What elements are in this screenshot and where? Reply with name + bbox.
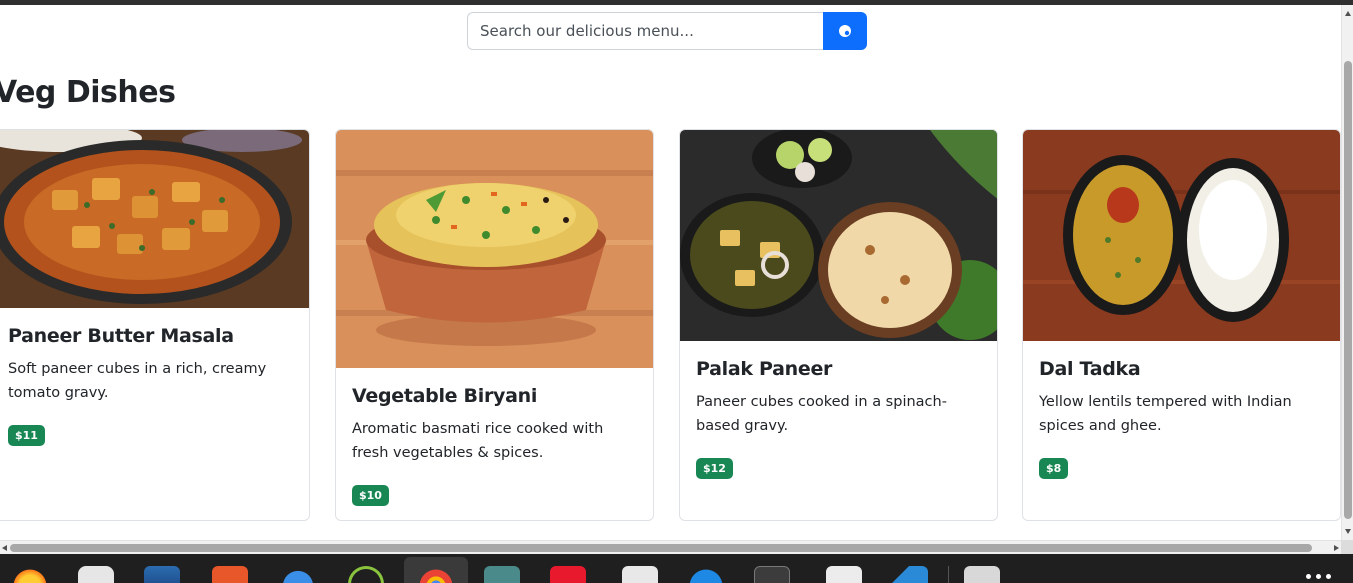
dish-name: Paneer Butter Masala	[8, 325, 234, 347]
files-icon[interactable]	[484, 566, 520, 583]
notes-icon[interactable]	[826, 566, 862, 583]
firefox-icon[interactable]	[12, 566, 48, 583]
chrome-icon[interactable]	[418, 566, 454, 583]
dish-description: Soft paneer cubes in a rich, creamy toma…	[8, 361, 267, 401]
vertical-scrollbar[interactable]	[1341, 5, 1353, 540]
dish-card-dal-tadka[interactable]: Dal Tadka Yellow lentils tempered with I…	[1022, 129, 1341, 521]
vscode-icon[interactable]	[892, 566, 928, 583]
paneer-butter-masala-photo	[0, 130, 309, 308]
palak-paneer-photo	[680, 130, 997, 341]
document-viewer-icon[interactable]	[622, 566, 658, 583]
search-bar	[467, 12, 867, 50]
price-badge: $12	[696, 458, 733, 479]
dal-tadka-photo	[1023, 130, 1340, 341]
section-title: Veg Dishes	[0, 75, 176, 110]
system-monitor-icon[interactable]	[78, 566, 114, 583]
scroll-left-arrow-icon[interactable]	[2, 545, 7, 551]
help-icon[interactable]	[688, 566, 724, 583]
scrollbar-corner	[1341, 540, 1353, 554]
taskbar	[0, 554, 1353, 583]
price-badge: $11	[8, 425, 45, 446]
dish-description: Aromatic basmati rice cooked with fresh …	[352, 421, 604, 461]
price-badge: $8	[1039, 458, 1069, 479]
horizontal-scrollbar[interactable]	[0, 540, 1341, 554]
updater-icon[interactable]	[348, 566, 384, 583]
vegetable-biryani-photo	[336, 130, 653, 368]
dish-name: Dal Tadka	[1039, 358, 1141, 380]
page-viewport: Veg Dishes	[0, 5, 1341, 540]
text-editor-icon[interactable]	[144, 566, 180, 583]
horizontal-scroll-thumb[interactable]	[10, 544, 1312, 552]
scroll-up-arrow-icon[interactable]	[1345, 11, 1351, 16]
app-store-icon[interactable]	[212, 566, 248, 583]
dish-description: Yellow lentils tempered with Indian spic…	[1039, 394, 1292, 434]
search-input[interactable]	[467, 12, 823, 50]
terminal-icon[interactable]	[754, 566, 790, 583]
search-icon	[839, 25, 851, 37]
thunderbird-icon[interactable]	[280, 566, 316, 583]
dish-card-paneer-butter-masala[interactable]: Paneer Butter Masala Soft paneer cubes i…	[0, 129, 310, 521]
disk-icon[interactable]	[964, 566, 1000, 583]
red-app-icon[interactable]	[550, 566, 586, 583]
dish-name: Vegetable Biryani	[352, 385, 538, 407]
scroll-down-arrow-icon[interactable]	[1345, 529, 1351, 534]
app-grid-icon[interactable]	[1306, 574, 1331, 579]
dish-name: Palak Paneer	[696, 358, 833, 380]
scroll-right-arrow-icon[interactable]	[1334, 545, 1339, 551]
search-button[interactable]	[823, 12, 867, 50]
dish-card-vegetable-biryani[interactable]: Vegetable Biryani Aromatic basmati rice …	[335, 129, 654, 521]
taskbar-separator	[948, 566, 949, 583]
vertical-scroll-thumb[interactable]	[1344, 61, 1352, 519]
price-badge: $10	[352, 485, 389, 506]
dish-card-palak-paneer[interactable]: Palak Paneer Paneer cubes cooked in a sp…	[679, 129, 998, 521]
dish-description: Paneer cubes cooked in a spinach-based g…	[696, 394, 947, 434]
